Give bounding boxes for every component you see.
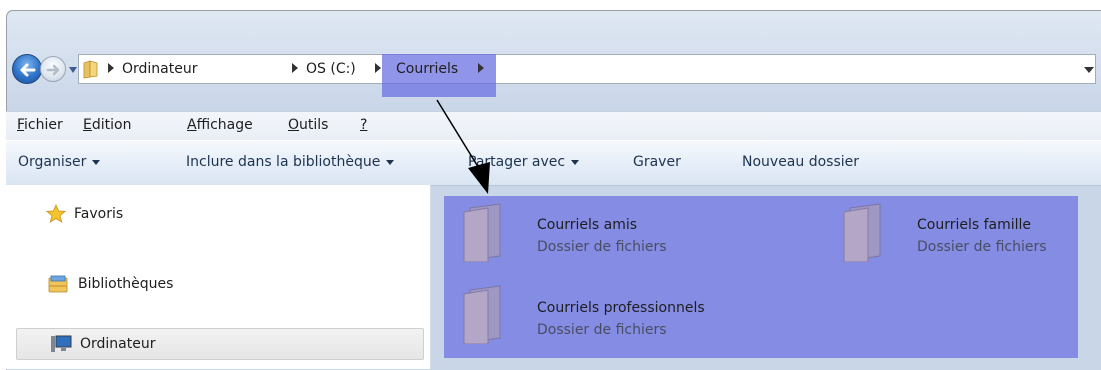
breadcrumb-separator-icon[interactable] <box>292 63 298 73</box>
back-button[interactable] <box>12 54 42 84</box>
back-arrow-icon <box>20 63 36 77</box>
menu-view-label: ffichage <box>196 117 253 133</box>
chevron-down-icon[interactable] <box>68 66 78 74</box>
burn-button[interactable]: Graver <box>633 153 681 171</box>
folder-name-family[interactable]: Courriels famille <box>917 216 1031 234</box>
include-in-library-button[interactable]: Inclure dans la bibliothèque <box>186 153 395 171</box>
star-icon <box>46 204 66 223</box>
chevron-down-icon <box>571 159 580 165</box>
chevron-down-icon <box>92 159 101 165</box>
menu-help-accesskey: ? <box>360 117 368 133</box>
new-folder-button[interactable]: Nouveau dossier <box>742 153 859 171</box>
share-with-label: Partager avec <box>468 154 566 170</box>
folder-type-friends: Dossier de fichiers <box>537 239 667 255</box>
forward-button[interactable] <box>40 56 66 82</box>
folder-icon[interactable] <box>460 284 508 344</box>
menu-tools-accesskey: O <box>288 117 300 133</box>
folder-icon <box>83 60 98 79</box>
address-dropdown-icon[interactable] <box>1084 67 1094 73</box>
nav-libraries[interactable]: Bibliothèques <box>78 275 173 293</box>
folder-name-friends[interactable]: Courriels amis <box>537 216 637 234</box>
address-bar[interactable] <box>78 54 1096 84</box>
nav-favorites[interactable]: Favoris <box>74 205 123 223</box>
menu-bar <box>6 111 1101 140</box>
breadcrumb-separator-icon[interactable] <box>375 63 381 73</box>
menu-view-accesskey: A <box>187 117 197 133</box>
folder-icon[interactable] <box>460 202 508 262</box>
nav-computer-selected[interactable] <box>16 328 424 360</box>
nav-computer[interactable]: Ordinateur <box>80 335 156 353</box>
menu-help[interactable]: ? <box>360 116 367 134</box>
menu-edit-accesskey: E <box>83 117 92 133</box>
menu-file-accesskey: F <box>17 117 25 133</box>
share-with-button[interactable]: Partager avec <box>468 153 580 171</box>
organise-label: Organiser <box>18 154 87 170</box>
menu-edit-label: dition <box>91 117 132 133</box>
include-in-library-label: Inclure dans la bibliothèque <box>186 154 381 170</box>
menu-tools-label: utils <box>299 117 329 133</box>
breadcrumb-separator-icon[interactable] <box>108 63 114 73</box>
computer-icon <box>51 335 72 352</box>
folder-type-family: Dossier de fichiers <box>917 239 1047 255</box>
breadcrumb-computer[interactable]: Ordinateur <box>122 60 198 78</box>
breadcrumb-current[interactable]: Courriels <box>396 60 458 78</box>
forward-arrow-icon <box>46 64 60 76</box>
breadcrumb-separator-icon[interactable] <box>478 63 484 73</box>
menu-tools[interactable]: Outils <box>288 116 328 134</box>
chevron-down-icon <box>386 159 395 165</box>
folder-name-professional[interactable]: Courriels professionnels <box>537 299 705 317</box>
menu-file[interactable]: Fichier <box>17 116 63 134</box>
breadcrumb-drive[interactable]: OS (C:) <box>306 60 356 78</box>
menu-edit[interactable]: Edition <box>83 116 131 134</box>
library-icon <box>48 275 68 293</box>
folder-icon[interactable] <box>840 202 888 262</box>
organise-button[interactable]: Organiser <box>18 153 101 171</box>
folder-type-professional: Dossier de fichiers <box>537 322 667 338</box>
menu-file-label: ichier <box>24 117 63 133</box>
menu-view[interactable]: Affichage <box>187 116 253 134</box>
